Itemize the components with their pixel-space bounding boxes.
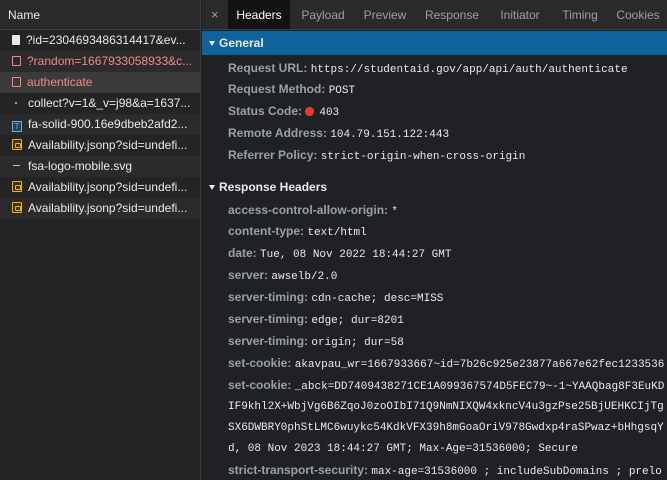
header-value: text/html	[307, 227, 367, 239]
header-value: origin; dur=58	[311, 337, 404, 349]
tab-response[interactable]: Response	[418, 0, 486, 29]
header-row: access-control-allow-origin: *	[228, 200, 398, 221]
header-row: Request Method: POST	[228, 79, 355, 100]
request-name: Availability.jsonp?sid=undefi...	[28, 180, 188, 194]
status-code-value: 403	[319, 107, 340, 119]
request-row[interactable]: Availability.jsonp?sid=undefi...	[0, 198, 200, 219]
request-row[interactable]: fsa-logo-mobile.svg	[0, 156, 200, 177]
request-name: ?id=2304693486314417&ev...	[26, 33, 186, 47]
header-row: set-cookie: akavpau_wr=1667933667~id=7b2…	[228, 353, 664, 374]
request-row-selected[interactable]: authenticate	[0, 72, 200, 93]
tab-payload[interactable]: Payload	[294, 0, 352, 29]
close-icon[interactable]: ×	[211, 7, 219, 22]
header-value: *	[391, 206, 398, 218]
header-key: Request URL:	[228, 61, 308, 75]
script-icon	[12, 202, 22, 213]
header-value-continuation: IF9khl2X+WbjVg6B6ZqoJ0zoOIbI71Q9NmNIXQW4…	[228, 401, 664, 413]
dot-icon	[12, 97, 22, 108]
request-row[interactable]: ?random=1667933058933&c...	[0, 51, 200, 72]
header-value: Tue, 08 Nov 2022 18:44:27 GMT	[260, 249, 452, 261]
request-row[interactable]: Availability.jsonp?sid=undefi...	[0, 177, 200, 198]
header-row: Remote Address: 104.79.151.122:443	[228, 123, 449, 144]
tab-initiator[interactable]: Initiator	[490, 0, 550, 29]
header-value: edge; dur=8201	[311, 315, 404, 327]
header-value: max-age=31536000 ; includeSubDomains ; p…	[371, 466, 662, 478]
header-value: cdn-cache; desc=MISS	[311, 293, 444, 305]
tab-timing[interactable]: Timing	[554, 0, 606, 29]
header-row: server-timing: edge; dur=8201	[228, 309, 404, 330]
header-row: content-type: text/html	[228, 221, 367, 242]
header-row: date: Tue, 08 Nov 2022 18:44:27 GMT	[228, 243, 451, 264]
header-key: date:	[228, 246, 257, 260]
header-key: content-type:	[228, 224, 304, 238]
header-value-continuation: SX6DWBRY0phStLMC6wuykc54KdkVFX39h8mGoaOr…	[228, 422, 664, 434]
header-key: Request Method:	[228, 82, 326, 96]
document-icon	[12, 56, 21, 66]
details-tabbar: × Headers Payload Preview Response Initi…	[202, 0, 667, 30]
tab-cookies[interactable]: Cookies	[610, 0, 666, 29]
triangle-down-icon	[209, 41, 215, 46]
document-icon	[12, 77, 21, 87]
request-name: fa-solid-900.16e9dbeb2afd2...	[28, 117, 188, 131]
header-row: Request URL: https://studentaid.gov/app/…	[228, 58, 628, 79]
header-value: _abck=DD7409438271CE1A099367574D5FEC79~-…	[294, 381, 665, 393]
request-name: collect?v=1&_v=j98&a=1637...	[28, 96, 191, 110]
name-column-header[interactable]: Name	[0, 0, 200, 30]
request-row[interactable]: Tfa-solid-900.16e9dbeb2afd2...	[0, 114, 200, 135]
header-value-continuation: d, 08 Nov 2023 18:44:27 GMT; Max-Age=315…	[228, 443, 578, 455]
font-icon: T	[12, 121, 22, 132]
triangle-down-icon	[209, 185, 215, 190]
script-icon	[12, 139, 22, 150]
header-key: strict-transport-security:	[228, 463, 369, 477]
script-icon	[12, 181, 22, 192]
header-key: Remote Address:	[228, 126, 327, 140]
header-key: Status Code:	[228, 104, 303, 118]
section-title: General	[219, 36, 264, 50]
header-key: server-timing:	[228, 312, 309, 326]
header-key: access-control-allow-origin:	[228, 203, 389, 217]
general-section-header[interactable]: General	[202, 31, 667, 55]
header-row: server: awselb/2.0	[228, 265, 337, 286]
header-row: server-timing: cdn-cache; desc=MISS	[228, 287, 443, 308]
header-key: set-cookie:	[228, 356, 292, 370]
section-title: Response Headers	[219, 180, 328, 194]
request-name: ?random=1667933058933&c...	[27, 54, 193, 68]
request-row[interactable]: Availability.jsonp?sid=undefi...	[0, 135, 200, 156]
header-value: strict-origin-when-cross-origin	[320, 151, 526, 163]
header-key: Referrer Policy:	[228, 148, 318, 162]
request-name: authenticate	[27, 75, 93, 89]
header-value: https://studentaid.gov/app/api/auth/auth…	[310, 64, 628, 76]
header-key: server-timing:	[228, 334, 309, 348]
header-row: server-timing: origin; dur=58	[228, 331, 404, 352]
tab-headers[interactable]: Headers	[228, 0, 290, 29]
request-name: Availability.jsonp?sid=undefi...	[28, 201, 188, 215]
tab-preview[interactable]: Preview	[356, 0, 414, 29]
header-key: server:	[228, 268, 269, 282]
document-icon	[12, 35, 20, 45]
request-row[interactable]: ?id=2304693486314417&ev...	[0, 30, 200, 51]
header-key: server-timing:	[228, 290, 309, 304]
request-list-panel: Name ?id=2304693486314417&ev... ?random=…	[0, 0, 201, 480]
request-name: fsa-logo-mobile.svg	[28, 159, 133, 173]
header-row: strict-transport-security: max-age=31536…	[228, 460, 662, 480]
request-name: Availability.jsonp?sid=undefi...	[28, 138, 188, 152]
request-details-panel: × Headers Payload Preview Response Initi…	[202, 0, 667, 480]
header-row: Referrer Policy: strict-origin-when-cros…	[228, 145, 525, 166]
header-key: set-cookie:	[228, 378, 292, 392]
header-value: 104.79.151.122:443	[330, 129, 450, 141]
header-value: awselb/2.0	[271, 271, 338, 283]
header-row: set-cookie: _abck=DD7409438271CE1A099367…	[228, 375, 664, 396]
dash-icon	[12, 160, 22, 171]
response-headers-section-header[interactable]: Response Headers	[202, 175, 667, 199]
header-row: Status Code: 403	[228, 101, 339, 122]
request-row[interactable]: collect?v=1&_v=j98&a=1637...	[0, 93, 200, 114]
status-error-icon	[305, 107, 315, 116]
header-value: POST	[328, 85, 356, 97]
header-value: akavpau_wr=1667933667~id=7b26c925e23877a…	[294, 359, 665, 371]
